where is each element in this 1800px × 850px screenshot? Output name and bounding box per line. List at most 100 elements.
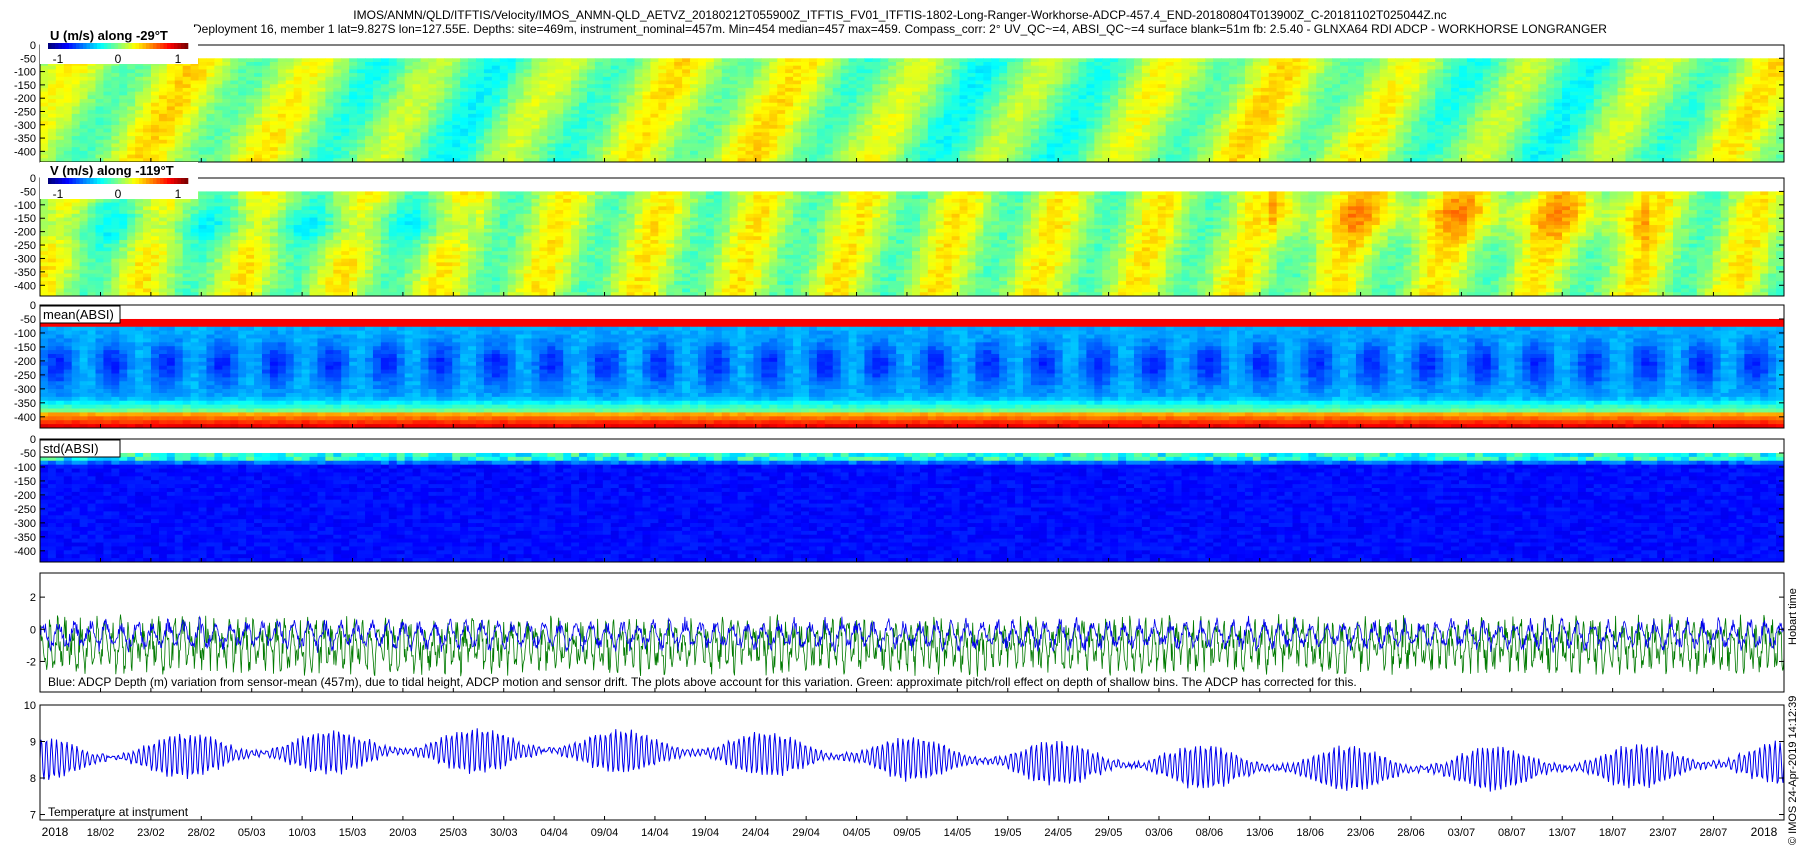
heatmap-cell	[1285, 88, 1293, 92]
heatmap-cell	[1427, 129, 1435, 133]
heatmap-cell	[857, 118, 865, 122]
heatmap-cell	[1047, 66, 1055, 70]
heatmap-cell	[857, 62, 865, 66]
heatmap-cell	[317, 99, 325, 103]
heatmap-cell	[1491, 118, 1499, 122]
heatmap-cell	[230, 110, 238, 114]
heatmap-cell	[1166, 88, 1174, 92]
heatmap-cell	[738, 69, 746, 73]
heatmap-cell	[1078, 66, 1086, 70]
heatmap-cell	[635, 88, 643, 92]
heatmap-cell	[317, 118, 325, 122]
heatmap-cell	[1340, 92, 1348, 96]
heatmap-cell	[1094, 140, 1102, 144]
heatmap-cell	[627, 62, 635, 66]
heatmap-cell	[405, 84, 413, 88]
heatmap-cell	[373, 58, 381, 62]
heatmap-cell	[809, 129, 817, 133]
heatmap-cell	[254, 132, 262, 136]
heatmap-cell	[1245, 129, 1253, 133]
heatmap-cell	[1078, 121, 1086, 125]
heatmap-cell	[1372, 92, 1380, 96]
heatmap-cell	[1641, 73, 1649, 77]
heatmap-cell	[1142, 125, 1150, 129]
heatmap-cell	[1261, 88, 1269, 92]
heatmap-cell	[555, 132, 563, 136]
heatmap-cell	[88, 129, 96, 133]
heatmap-cell	[500, 62, 508, 66]
heatmap-cell	[587, 103, 595, 107]
heatmap-cell	[1277, 114, 1285, 118]
heatmap-cell	[349, 95, 357, 99]
heatmap-cell	[1459, 88, 1467, 92]
heatmap-cell	[1316, 114, 1324, 118]
heatmap-cell	[650, 136, 658, 140]
heatmap-cell	[1673, 106, 1681, 110]
heatmap-cell	[317, 77, 325, 81]
heatmap-cell	[56, 92, 64, 96]
heatmap-cell	[991, 140, 999, 144]
heatmap-cell	[143, 132, 151, 136]
heatmap-cell	[1039, 106, 1047, 110]
heatmap-cell	[1411, 81, 1419, 85]
heatmap-cell	[698, 99, 706, 103]
heatmap-cell	[1364, 114, 1372, 118]
heatmap-cell	[1015, 129, 1023, 133]
heatmap-cell	[1419, 99, 1427, 103]
heatmap-cell	[1253, 103, 1261, 107]
heatmap-cell	[516, 121, 524, 125]
heatmap-cell	[1340, 84, 1348, 88]
heatmap-cell	[1507, 73, 1515, 77]
heatmap-cell	[896, 77, 904, 81]
heatmap-cell	[1340, 69, 1348, 73]
heatmap-cell	[476, 58, 484, 62]
heatmap-cell	[1269, 88, 1277, 92]
heatmap-cell	[944, 114, 952, 118]
heatmap-cell	[627, 103, 635, 107]
heatmap-cell	[48, 69, 56, 73]
heatmap-cell	[975, 103, 983, 107]
heatmap-cell	[286, 95, 294, 99]
heatmap-cell	[587, 66, 595, 70]
heatmap-cell	[888, 110, 896, 114]
heatmap-cell	[1641, 95, 1649, 99]
heatmap-cell	[1094, 73, 1102, 77]
heatmap-cell	[975, 77, 983, 81]
heatmap-cell	[1086, 129, 1094, 133]
heatmap-cell	[1308, 62, 1316, 66]
heatmap-cell	[222, 95, 230, 99]
heatmap-cell	[547, 136, 555, 140]
heatmap-cell	[167, 69, 175, 73]
heatmap-cell	[1451, 81, 1459, 85]
heatmap-cell	[1752, 129, 1760, 133]
heatmap-cell	[1451, 129, 1459, 133]
heatmap-cell	[230, 62, 238, 66]
heatmap-cell	[1134, 140, 1142, 144]
heatmap-cell	[785, 69, 793, 73]
heatmap-cell	[738, 77, 746, 81]
heatmap-cell	[1578, 110, 1586, 114]
heatmap-cell	[642, 77, 650, 81]
heatmap-cell	[500, 95, 508, 99]
heatmap-cell	[1364, 84, 1372, 88]
heatmap-cell	[761, 103, 769, 107]
heatmap-cell	[1705, 110, 1713, 114]
heatmap-cell	[333, 77, 341, 81]
heatmap-cell	[1681, 106, 1689, 110]
heatmap-cell	[1142, 73, 1150, 77]
heatmap-cell	[1419, 125, 1427, 129]
heatmap-cell	[460, 69, 468, 73]
heatmap-cell	[1356, 110, 1364, 114]
heatmap-cell	[151, 81, 159, 85]
heatmap-cell	[1586, 114, 1594, 118]
heatmap-cell	[1689, 121, 1697, 125]
heatmap-cell	[270, 136, 278, 140]
heatmap-cell	[857, 95, 865, 99]
heatmap-cell	[1625, 81, 1633, 85]
heatmap-cell	[1499, 121, 1507, 125]
heatmap-cell	[960, 58, 968, 62]
heatmap-cell	[373, 66, 381, 70]
heatmap-cell	[722, 136, 730, 140]
heatmap-cell	[1594, 84, 1602, 88]
heatmap-cell	[1467, 106, 1475, 110]
